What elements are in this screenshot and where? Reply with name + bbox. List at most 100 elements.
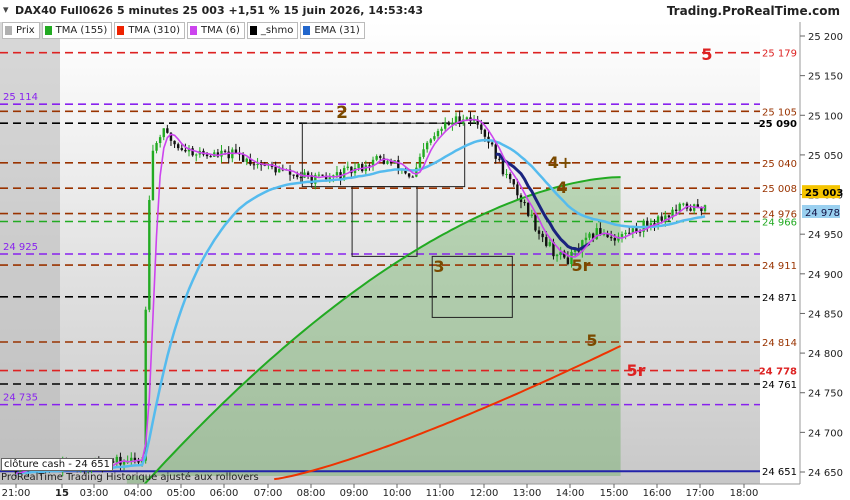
price-candle <box>133 457 137 461</box>
y-tick-label: 24 950 <box>808 230 843 241</box>
price-candle <box>252 164 256 166</box>
price-candle <box>508 174 512 180</box>
left-level-label: 24 925 <box>3 242 38 253</box>
x-tick-label: 12:00 <box>470 488 499 499</box>
legend-label: _shmo <box>260 25 294 36</box>
price-candle <box>541 233 544 238</box>
x-tick-label: 15:00 <box>600 488 629 499</box>
price-candle <box>526 202 530 216</box>
y-tick-label: 25 150 <box>808 72 843 83</box>
price-candle <box>119 456 122 465</box>
price-candle <box>328 177 331 180</box>
price-candle <box>523 202 526 204</box>
price-candle <box>184 149 187 152</box>
collapse-icon[interactable]: ▾ <box>3 3 9 16</box>
price-candle <box>379 156 382 158</box>
x-tick-label: 09:00 <box>340 488 369 499</box>
x-tick-label: 16:00 <box>643 488 672 499</box>
legend-swatch-icon <box>44 26 52 35</box>
level-price-label: 24 966 <box>762 217 797 228</box>
legend-label: TMA (6) <box>200 25 240 36</box>
price-candle <box>620 234 624 237</box>
legend-item[interactable]: EMA (31) <box>300 22 365 39</box>
price-candle <box>375 156 378 160</box>
x-tick-label: 06:00 <box>210 488 239 499</box>
left-level-label: 24 735 <box>3 393 38 404</box>
price-candle <box>357 163 360 169</box>
legend-item[interactable]: TMA (6) <box>186 22 245 39</box>
zone-label: 5 <box>586 331 597 350</box>
legend-item[interactable]: _shmo <box>246 22 299 39</box>
level-price-label: 24 778 <box>759 367 797 378</box>
zone-label: 5r <box>626 361 645 380</box>
price-candle <box>628 232 631 234</box>
price-candle <box>411 176 414 178</box>
price-candle <box>151 150 155 200</box>
price-candle <box>115 456 119 463</box>
legend-label: Prix <box>16 25 35 36</box>
level-price-label: 24 871 <box>762 293 797 304</box>
x-tick-label: 15 <box>55 488 69 499</box>
legend-swatch-icon <box>189 26 197 35</box>
legend-item[interactable]: Prix <box>2 22 40 39</box>
price-candle <box>245 158 248 162</box>
brand-label: Trading.ProRealTime.com <box>666 4 840 18</box>
left-level-label: 25 114 <box>3 92 38 103</box>
zone-label: 4 <box>556 178 567 197</box>
price-candle <box>530 214 534 216</box>
price-candle <box>667 215 671 218</box>
price-candle <box>397 160 400 169</box>
price-candle <box>483 129 487 137</box>
price-candle <box>512 179 515 185</box>
price-candle <box>490 142 494 145</box>
indicator-legend: Prix TMA (155) TMA (310) TMA (6) _shmo EMA (3… <box>0 22 365 39</box>
x-tick-label: 03:00 <box>80 488 109 499</box>
price-candle <box>537 230 541 234</box>
price-candle <box>566 257 570 265</box>
zone-label: 5r <box>571 256 590 275</box>
price-candle <box>429 139 432 143</box>
close-cash-label: clôture cash - 24 651 <box>1 458 114 471</box>
level-price-label: 25 179 <box>762 49 797 60</box>
level-price-label: 24 651 <box>762 467 797 478</box>
price-candle <box>480 124 483 130</box>
price-candle <box>660 216 663 221</box>
y-tick-label: 25 050 <box>808 151 843 162</box>
price-candle <box>223 150 227 152</box>
level-price-label: 25 105 <box>762 107 797 118</box>
legend-item[interactable]: TMA (155) <box>41 22 113 39</box>
x-tick-label: 21:00 <box>2 488 31 499</box>
price-candle <box>296 174 299 178</box>
x-tick-label: 05:00 <box>167 488 196 499</box>
price-candle <box>386 161 389 164</box>
level-price-label: 24 814 <box>762 338 797 349</box>
y-tick-label: 24 700 <box>808 428 843 439</box>
price-candle <box>613 238 616 241</box>
x-tick-label: 14:00 <box>556 488 585 499</box>
level-price-label: 24 911 <box>762 261 797 272</box>
legend-item[interactable]: TMA (310) <box>114 22 185 39</box>
price-candle <box>425 142 429 150</box>
chart-header: ▾ DAX40 Full0626 5 minutes 25 003 +1,51 … <box>0 0 850 22</box>
price-candle <box>195 154 198 156</box>
price-candle <box>454 116 458 123</box>
copyright-label: ProRealTime Trading Historique ajusté au… <box>1 472 259 483</box>
price-candle <box>440 128 443 131</box>
x-tick-label: 07:00 <box>254 488 283 499</box>
x-tick-label: 04:00 <box>124 488 153 499</box>
price-candle <box>516 184 519 196</box>
price-candle <box>205 154 209 157</box>
price-candle <box>162 128 165 138</box>
price-candle <box>422 149 425 157</box>
price-candle <box>256 164 259 166</box>
price-candle <box>494 144 497 159</box>
current-price-label: 25 003 <box>805 188 843 199</box>
price-candle <box>317 174 321 176</box>
legend-swatch-icon <box>303 26 311 35</box>
x-tick-label: 08:00 <box>297 488 326 499</box>
price-candle <box>166 128 169 133</box>
price-candle <box>682 203 685 205</box>
level-price-label: 25 040 <box>762 159 797 170</box>
price-candle <box>180 148 183 150</box>
y-tick-label: 24 750 <box>808 389 843 400</box>
